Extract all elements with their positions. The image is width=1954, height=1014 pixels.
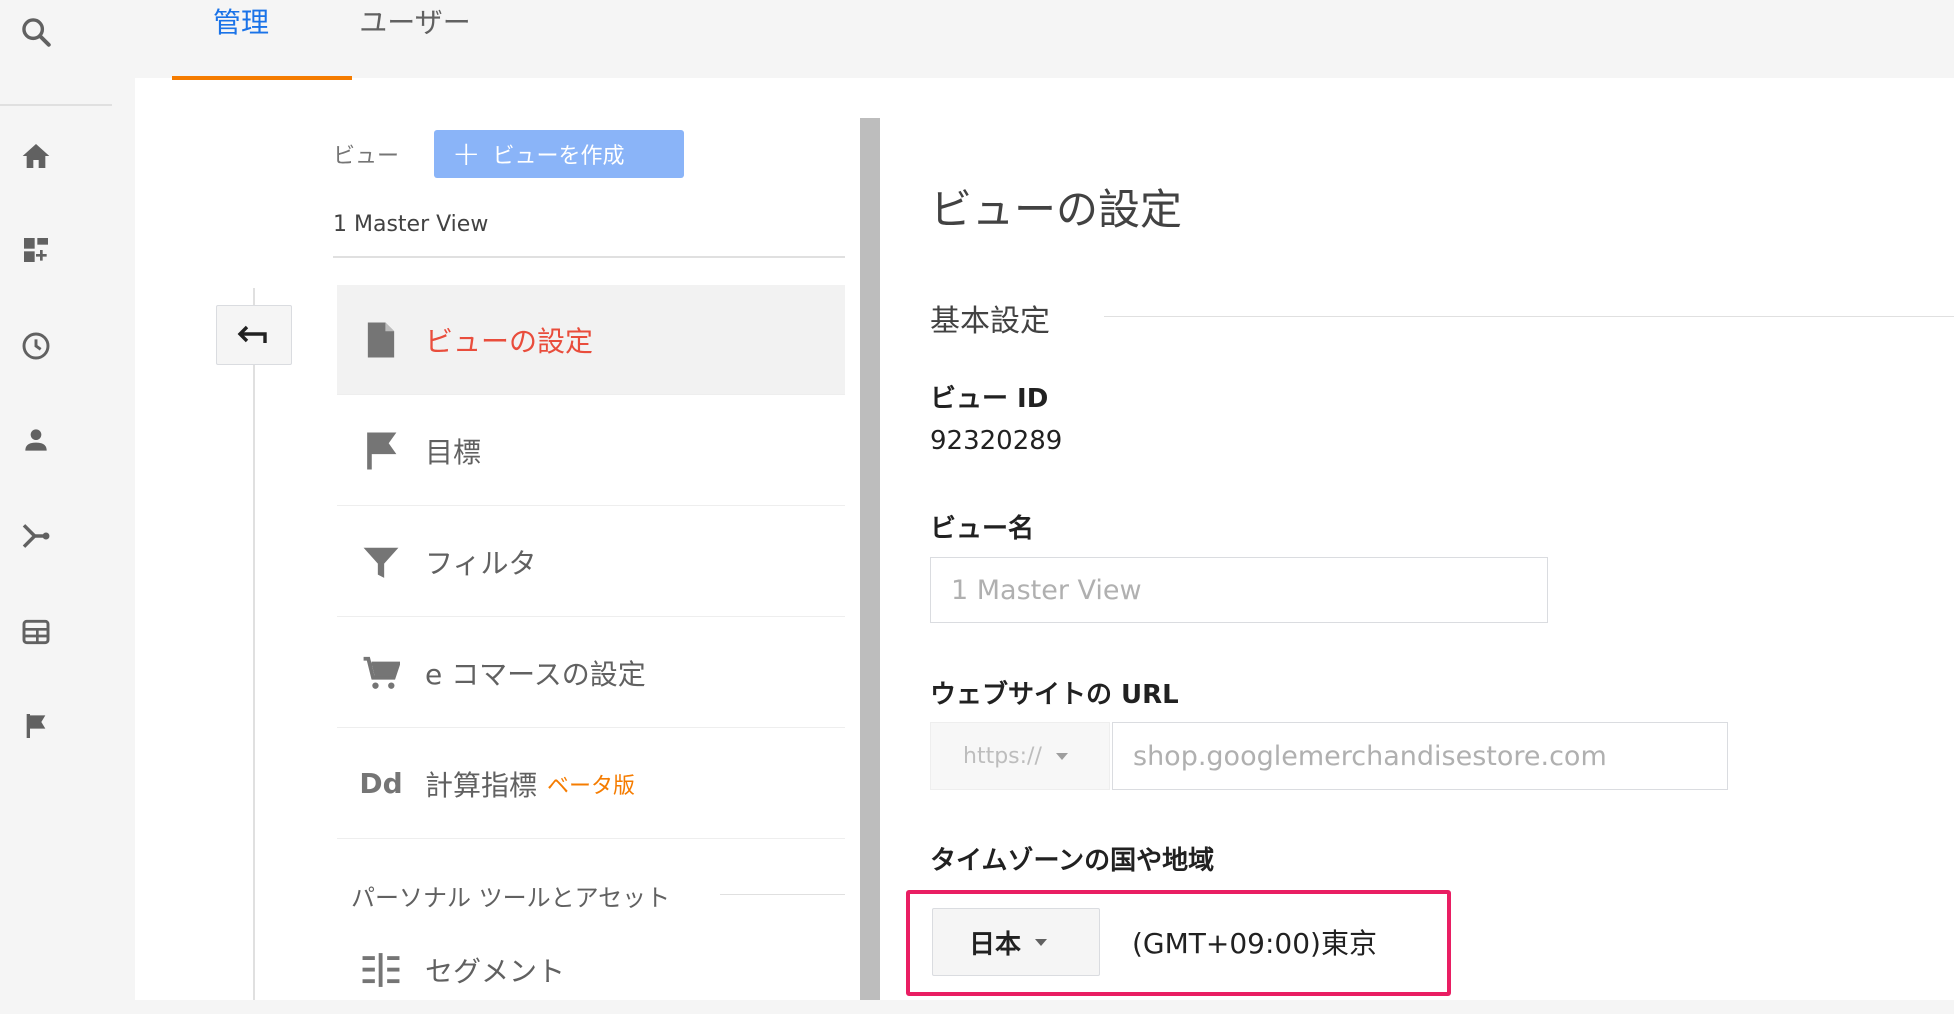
dd-icon: Dd [359,767,403,800]
menu-item-ecommerce[interactable]: e コマースの設定 [337,618,845,728]
view-name-input[interactable]: 1 Master View [930,557,1548,623]
flag-icon[interactable] [14,704,58,748]
menu-label-filters: フィルタ [425,546,537,580]
filter-icon [337,543,425,581]
content-icon[interactable] [14,610,58,654]
clock-icon[interactable] [14,324,58,368]
website-url-input[interactable]: shop.googlemerchandisestore.com [1112,722,1728,790]
menu-label-segments: セグメント [425,955,566,988]
view-name-label: ビュー名 [930,514,1035,544]
document-icon [337,321,425,359]
person-icon[interactable] [14,418,58,462]
section-divider [1104,316,1954,317]
create-view-label: ビューを作成 [492,144,625,169]
segments-icon [337,951,425,989]
beta-badge: ベータ版 [547,773,636,799]
menu-label-goals: 目標 [425,435,482,469]
menu-label-calculated-metrics: 計算指標 [425,768,538,802]
menu-item-segments[interactable]: セグメント [337,940,845,1000]
url-protocol-select[interactable]: https:// [930,722,1110,790]
menu-item-filters[interactable]: フィルタ [337,507,845,617]
timezone-label: タイムゾーンの国や地域 [930,846,1215,876]
tree-connector-line [253,288,255,1000]
menu-label-view-settings: ビューの設定 [425,324,594,358]
chevron-down-icon [1035,938,1048,946]
selected-view-name[interactable]: 1 Master View [333,212,488,237]
view-column-label: ビュー [333,144,400,169]
active-tab-indicator [172,76,352,80]
view-selector-underline [333,256,845,258]
acquisition-icon[interactable] [14,514,58,558]
back-button[interactable] [216,305,292,365]
search-icon[interactable] [14,10,58,54]
tab-users[interactable]: ユーザー [345,0,485,78]
flag-icon [337,431,425,471]
back-arrow-icon [237,325,267,343]
page-title: ビューの設定 [930,185,1183,234]
url-protocol-value: https:// [963,743,1042,769]
timezone-country-select[interactable]: 日本 [932,908,1100,976]
plus-icon: + [452,134,481,174]
menu-item-goals[interactable]: 目標 [337,396,845,506]
website-url-label: ウェブサイトの URL [930,680,1179,710]
tab-admin[interactable]: 管理 [173,0,309,78]
rail-divider [0,104,112,106]
cart-icon [337,655,425,691]
menu-label-ecommerce: e コマースの設定 [425,657,646,691]
bottom-strip [0,1000,1954,1014]
view-id-label: ビュー ID [930,384,1049,414]
personal-tools-heading: パーソナル ツールとアセット [351,884,671,912]
menu-item-calculated-metrics[interactable]: Dd 計算指標 ベータ版 [337,729,845,839]
view-id-value: 92320289 [930,426,1063,456]
menu-item-view-settings[interactable]: ビューの設定 [337,285,845,395]
personal-tools-divider [720,894,845,895]
dashboard-icon[interactable] [14,228,58,272]
top-tab-bar: 管理 ユーザー [135,0,1954,78]
section-basic-settings: 基本設定 [930,304,1050,339]
chevron-down-icon [1055,752,1068,760]
left-nav-rail [0,0,135,1000]
timezone-country-value: 日本 [969,929,1022,960]
column-splitter[interactable] [860,118,880,1000]
timezone-value[interactable]: (GMT+09:00)東京 [1132,922,1377,962]
home-icon[interactable] [14,134,58,178]
create-view-button[interactable]: + ビューを作成 [434,130,684,178]
